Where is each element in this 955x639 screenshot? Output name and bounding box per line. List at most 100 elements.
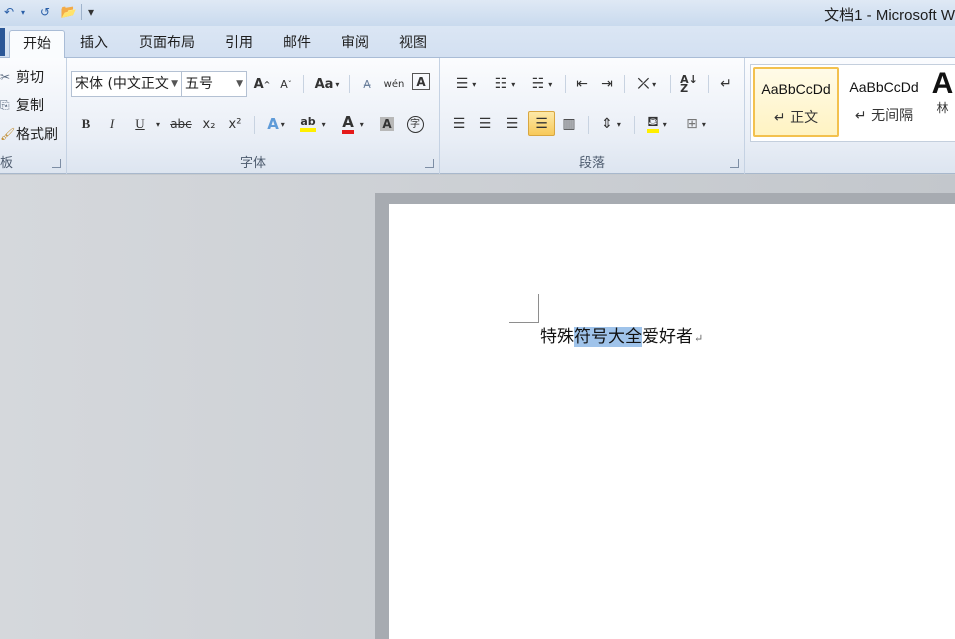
file-tab[interactable] bbox=[0, 28, 5, 56]
show-marks-button[interactable]: ↵ bbox=[716, 73, 736, 95]
phonetic-guide-button[interactable]: wén bbox=[382, 73, 406, 95]
text-run: 特殊 bbox=[540, 327, 574, 347]
quick-access-toolbar: ↶ ▾ ↺ 📂 ▾ bbox=[0, 2, 97, 22]
underline-dropdown[interactable]: ▾ bbox=[153, 113, 163, 135]
crop-mark bbox=[538, 294, 539, 323]
shrink-font-button[interactable]: Aˇ bbox=[275, 73, 297, 95]
align-left-button[interactable]: ☰ bbox=[448, 113, 470, 135]
cut-button[interactable]: ✂ 剪切 bbox=[0, 66, 44, 88]
document-paragraph[interactable]: 特殊符号大全爱好者↵ bbox=[540, 326, 703, 350]
font-size-value: 五号 bbox=[185, 76, 213, 92]
divider bbox=[634, 116, 635, 134]
shrink-font-icon: A bbox=[280, 77, 288, 91]
divider bbox=[588, 116, 589, 134]
paragraph-group: ☰ ▾ ☷ ▾ ☵ ▾ ⇤ ⇥ ⤫ ▾ A↓ Z ↵ ☰ ☰ ☰ ☰ ▥ ⇕ ▾ ⛾ ▾ ⊞ ▾… bbox=[440, 58, 745, 174]
justify-button[interactable]: ☰ bbox=[528, 111, 555, 136]
title-bar: ↶ ▾ ↺ 📂 ▾ 文档1 - Microsoft W bbox=[0, 0, 955, 26]
char-border-icon: A bbox=[416, 74, 426, 89]
multilevel-list-button[interactable]: ☵ ▾ bbox=[526, 73, 558, 95]
tab-home[interactable]: 开始 bbox=[9, 30, 65, 59]
format-painter-button[interactable]: 🖌 格式刷 bbox=[0, 123, 58, 145]
styles-gallery: AaBbCcDd ↵ 正文 AaBbCcDd ↵ 无间隔 A 林 bbox=[750, 64, 955, 142]
paint-bucket-icon: ⛾ bbox=[647, 115, 659, 133]
cut-label: 剪切 bbox=[16, 70, 44, 86]
line-spacing-button[interactable]: ⇕ ▾ bbox=[595, 113, 627, 135]
tab-insert[interactable]: 插入 bbox=[70, 30, 118, 58]
style-sample: AaBbCcDd bbox=[849, 79, 919, 95]
paragraph-launcher-icon[interactable] bbox=[730, 159, 739, 168]
enclose-char-button[interactable]: 字 bbox=[404, 113, 426, 135]
ribbon: ✂ 剪切 ⎘ 复制 🖌 格式刷 板 宋体 (中文正文 ▼ 五号 ▼ A ^ Aˇ … bbox=[0, 58, 955, 174]
font-launcher-icon[interactable] bbox=[425, 159, 434, 168]
highlight-button[interactable]: ab ▾ bbox=[296, 113, 330, 135]
char-border-button[interactable]: A bbox=[412, 73, 430, 90]
style-sample: A bbox=[931, 67, 954, 100]
selected-text[interactable]: 符号大全 bbox=[574, 327, 642, 347]
align-center-button[interactable]: ☰ bbox=[474, 113, 496, 135]
divider bbox=[708, 75, 709, 93]
subscript-button[interactable]: x₂ bbox=[198, 113, 220, 135]
window-title: 文档1 - Microsoft W bbox=[824, 7, 955, 24]
strikethrough-icon: abc bbox=[170, 117, 192, 131]
shading-button[interactable]: ⛾ ▾ bbox=[640, 113, 674, 135]
font-name-combo[interactable]: 宋体 (中文正文 ▼ bbox=[71, 71, 182, 97]
open-folder-icon[interactable]: 📂 bbox=[60, 3, 78, 21]
font-name-value: 宋体 (中文正文 bbox=[75, 76, 169, 92]
chevron-down-icon: ▼ bbox=[171, 79, 178, 89]
align-right-button[interactable]: ☰ bbox=[501, 113, 523, 135]
underline-button[interactable]: U bbox=[129, 113, 151, 135]
bold-icon: B bbox=[81, 116, 91, 131]
qat-divider bbox=[81, 4, 82, 20]
font-color-button[interactable]: A ▾ bbox=[336, 113, 370, 135]
numbering-button[interactable]: ☷ ▾ bbox=[488, 73, 522, 95]
style-name: ↵ 无间隔 bbox=[854, 108, 914, 124]
dropdown-icon[interactable]: ▾ bbox=[18, 3, 28, 21]
bold-button[interactable]: B bbox=[75, 113, 97, 135]
redo-icon[interactable]: ↺ bbox=[36, 3, 54, 21]
borders-button[interactable]: ⊞ ▾ bbox=[680, 113, 712, 135]
decrease-indent-button[interactable]: ⇤ bbox=[571, 73, 593, 95]
increase-indent-button[interactable]: ⇥ bbox=[596, 73, 618, 95]
undo-icon[interactable]: ↶ bbox=[0, 3, 18, 21]
style-name: 林 bbox=[936, 101, 949, 115]
style-normal[interactable]: AaBbCcDd ↵ 正文 bbox=[753, 67, 839, 137]
italic-icon: I bbox=[109, 116, 115, 131]
enclose-char-icon: 字 bbox=[406, 115, 424, 133]
format-painter-label: 格式刷 bbox=[16, 127, 58, 143]
style-heading[interactable]: A 林 bbox=[929, 67, 955, 137]
copy-label: 复制 bbox=[16, 98, 44, 114]
clipboard-launcher-icon[interactable] bbox=[52, 159, 61, 168]
divider bbox=[565, 75, 566, 93]
customize-qat-icon[interactable]: ▾ bbox=[85, 3, 97, 21]
distributed-button[interactable]: ▥ bbox=[558, 113, 580, 135]
font-size-combo[interactable]: 五号 ▼ bbox=[181, 71, 247, 97]
copy-button[interactable]: ⎘ 复制 bbox=[0, 94, 44, 116]
text-effects-icon: A bbox=[267, 115, 279, 133]
tab-references[interactable]: 引用 bbox=[215, 30, 263, 58]
tab-mailings[interactable]: 邮件 bbox=[273, 30, 321, 58]
strikethrough-button[interactable]: abc bbox=[168, 113, 194, 135]
divider bbox=[349, 75, 350, 93]
ribbon-tab-bar: 开始 插入 页面布局 引用 邮件 审阅 视图 bbox=[0, 26, 955, 59]
copy-icon: ⎘ bbox=[0, 97, 10, 112]
crop-mark bbox=[509, 322, 539, 323]
italic-button[interactable]: I bbox=[101, 113, 123, 135]
change-case-button[interactable]: Aa ▾ bbox=[311, 73, 343, 95]
tab-view[interactable]: 视图 bbox=[389, 30, 437, 58]
document-page[interactable] bbox=[389, 204, 955, 639]
style-no-spacing[interactable]: AaBbCcDd ↵ 无间隔 bbox=[841, 67, 927, 137]
grow-font-button[interactable]: A ^ bbox=[251, 73, 273, 95]
tab-page-layout[interactable]: 页面布局 bbox=[127, 30, 207, 58]
tab-review[interactable]: 审阅 bbox=[331, 30, 379, 58]
change-case-icon: Aa bbox=[314, 76, 334, 92]
chinese-layout-button[interactable]: ⤫ ▾ bbox=[632, 73, 662, 95]
sort-button[interactable]: A↓ Z bbox=[677, 73, 701, 95]
superscript-button[interactable]: x² bbox=[224, 113, 246, 135]
clear-format-button[interactable]: A̶ bbox=[356, 73, 378, 95]
char-shading-button[interactable]: A bbox=[377, 113, 397, 135]
font-group: 宋体 (中文正文 ▼ 五号 ▼ A ^ Aˇ Aa ▾ A̶ wén A B I U… bbox=[67, 58, 440, 174]
bullets-button[interactable]: ☰ ▾ bbox=[450, 73, 482, 95]
subscript-icon: x₂ bbox=[202, 116, 216, 132]
text-effects-button[interactable]: A ▾ bbox=[261, 113, 291, 135]
divider bbox=[303, 75, 304, 93]
